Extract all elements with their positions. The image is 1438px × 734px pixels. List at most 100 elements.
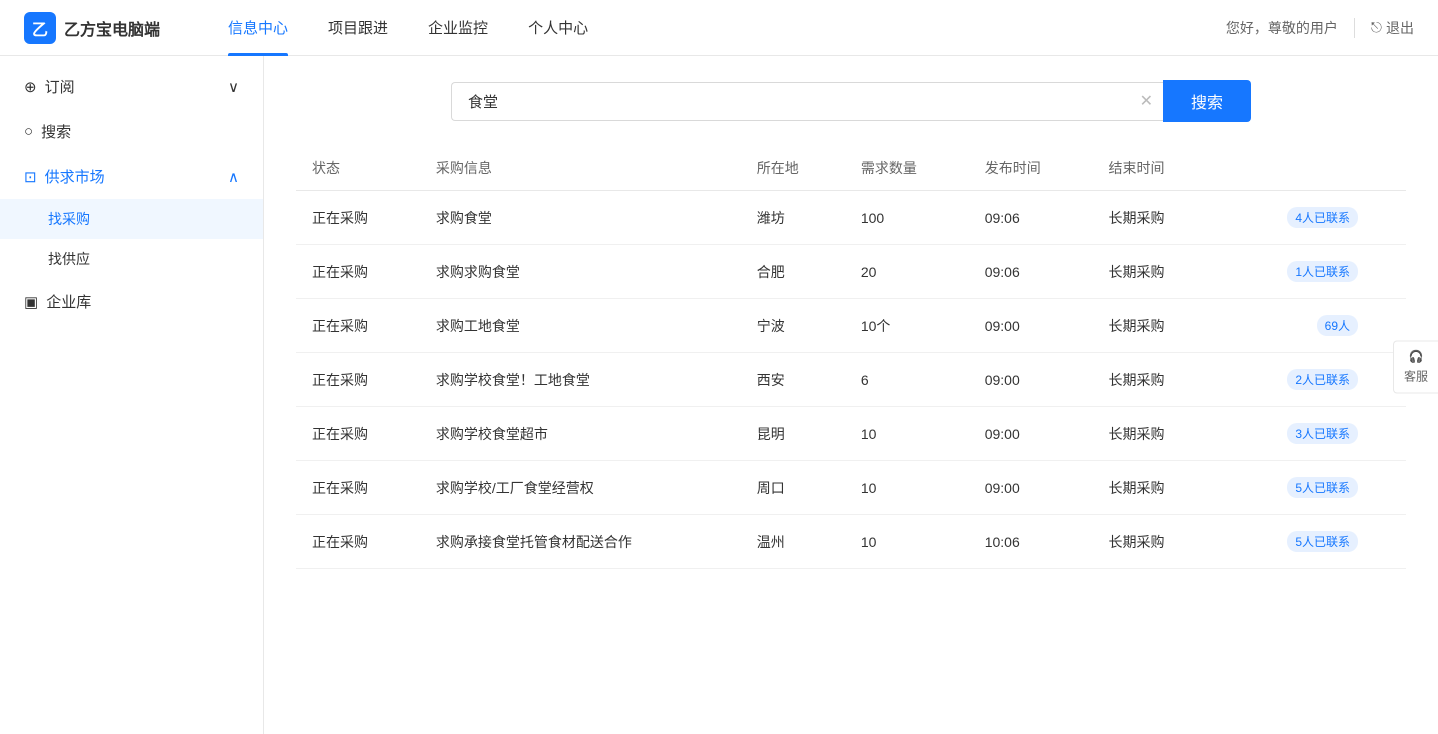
sidebar-sub-item-find-supply[interactable]: 找供应	[0, 239, 263, 279]
main-content: ✕ 搜索 状态 采购信息 所在地 需求数量 发布时间 结束时间 正在采购求购食堂…	[264, 56, 1438, 734]
cell-location: 潍坊	[741, 191, 845, 245]
col-header-quantity: 需求数量	[845, 146, 969, 191]
sidebar-sub-item-find-purchase[interactable]: 找采购	[0, 199, 263, 239]
sidebar-item-supply-market[interactable]: ⊡ 供求市场 ∧	[0, 154, 263, 199]
table-row[interactable]: 正在采购求购求购食堂合肥2009:06长期采购1人已联系	[296, 245, 1406, 299]
cell-quantity: 10	[845, 407, 969, 461]
cell-quantity: 10	[845, 461, 969, 515]
logout-icon: ⎋	[1371, 19, 1382, 36]
customer-service-button[interactable]: 🎧 客服	[1393, 341, 1438, 394]
cell-contacts: 69人	[1216, 299, 1406, 353]
cell-quantity: 100	[845, 191, 969, 245]
contact-badge: 1人已联系	[1287, 261, 1358, 282]
cell-end-time: 长期采购	[1093, 407, 1217, 461]
col-header-extra	[1216, 146, 1406, 191]
cell-info: 求购食堂	[420, 191, 741, 245]
table-row[interactable]: 正在采购求购食堂潍坊10009:06长期采购4人已联系	[296, 191, 1406, 245]
header-divider	[1354, 18, 1355, 38]
nav-item-info-center[interactable]: 信息中心	[208, 0, 308, 56]
cell-location: 昆明	[741, 407, 845, 461]
cell-status[interactable]: 正在采购	[296, 299, 420, 353]
cell-publish-time: 09:00	[969, 353, 1093, 407]
search-input-wrap: ✕	[451, 82, 1163, 121]
cell-status[interactable]: 正在采购	[296, 245, 420, 299]
sidebar-item-search[interactable]: ○ 搜索	[0, 109, 263, 154]
cell-status[interactable]: 正在采购	[296, 461, 420, 515]
search-sidebar-label: 搜索	[41, 121, 71, 142]
enterprise-db-label: 企业库	[46, 291, 91, 312]
customer-service-label: 客服	[1404, 368, 1428, 385]
cell-info: 求购学校食堂！工地食堂	[420, 353, 741, 407]
cell-contacts: 1人已联系	[1216, 245, 1406, 299]
cell-status[interactable]: 正在采购	[296, 191, 420, 245]
cell-publish-time: 09:00	[969, 299, 1093, 353]
table-body: 正在采购求购食堂潍坊10009:06长期采购4人已联系正在采购求购求购食堂合肥2…	[296, 191, 1406, 569]
col-header-status: 状态	[296, 146, 420, 191]
col-header-info: 采购信息	[420, 146, 741, 191]
sidebar-item-enterprise-db[interactable]: ▣ 企业库	[0, 279, 263, 324]
cell-publish-time: 09:06	[969, 191, 1093, 245]
cell-publish-time: 10:06	[969, 515, 1093, 569]
sidebar-item-subscribe[interactable]: ⊕ 订阅 ∨	[0, 64, 263, 109]
cell-contacts: 5人已联系	[1216, 515, 1406, 569]
results-table: 状态 采购信息 所在地 需求数量 发布时间 结束时间 正在采购求购食堂潍坊100…	[296, 146, 1406, 569]
cell-quantity: 10个	[845, 299, 969, 353]
nav-item-enterprise-monitor[interactable]: 企业监控	[408, 0, 508, 56]
subscribe-label: 订阅	[45, 76, 75, 97]
contact-badge: 3人已联系	[1287, 423, 1358, 444]
nav-item-personal-center[interactable]: 个人中心	[508, 0, 608, 56]
nav-menu: 信息中心 项目跟进 企业监控 个人中心	[208, 0, 1226, 56]
logo-text: 乙方宝电脑端	[64, 16, 160, 40]
subscribe-arrow: ∨	[228, 78, 239, 96]
cell-contacts: 5人已联系	[1216, 461, 1406, 515]
cell-end-time: 长期采购	[1093, 353, 1217, 407]
cell-status[interactable]: 正在采购	[296, 353, 420, 407]
enterprise-db-icon: ▣	[24, 293, 38, 311]
search-bar: ✕ 搜索	[451, 80, 1251, 122]
logout-button[interactable]: ⎋ 退出	[1371, 18, 1414, 38]
contact-badge: 2人已联系	[1287, 369, 1358, 390]
clear-icon[interactable]: ✕	[1140, 91, 1153, 111]
cell-publish-time: 09:00	[969, 407, 1093, 461]
cell-contacts: 3人已联系	[1216, 407, 1406, 461]
cell-publish-time: 09:00	[969, 461, 1093, 515]
cell-location: 宁波	[741, 299, 845, 353]
table-row[interactable]: 正在采购求购工地食堂宁波10个09:00长期采购69人	[296, 299, 1406, 353]
table-row[interactable]: 正在采购求购学校食堂！工地食堂西安609:00长期采购2人已联系	[296, 353, 1406, 407]
header-right: 您好，尊敬的用户 ⎋ 退出	[1226, 18, 1414, 38]
search-input[interactable]	[452, 83, 1163, 120]
cell-location: 周口	[741, 461, 845, 515]
user-greeting: 您好，尊敬的用户	[1226, 18, 1338, 38]
sidebar: ⊕ 订阅 ∨ ○ 搜索 ⊡ 供求市场 ∧ 找采购 找供应 ▣	[0, 56, 264, 734]
table-row[interactable]: 正在采购求购学校/工厂食堂经营权周口1009:00长期采购5人已联系	[296, 461, 1406, 515]
contact-badge: 5人已联系	[1287, 531, 1358, 552]
contact-badge: 69人	[1317, 315, 1358, 336]
cell-info: 求购承接食堂托管食材配送合作	[420, 515, 741, 569]
table-row[interactable]: 正在采购求购承接食堂托管食材配送合作温州1010:06长期采购 5人已联系	[296, 515, 1406, 569]
nav-item-project[interactable]: 项目跟进	[308, 0, 408, 56]
col-header-end-time: 结束时间	[1093, 146, 1217, 191]
cell-contacts: 4人已联系	[1216, 191, 1406, 245]
cell-end-time: 长期采购	[1093, 245, 1217, 299]
cell-contacts: 2人已联系	[1216, 353, 1406, 407]
cell-quantity: 6	[845, 353, 969, 407]
cell-end-time: 长期采购	[1093, 299, 1217, 353]
supply-market-label: 供求市场	[45, 166, 105, 187]
logo-icon: 乙	[24, 12, 56, 44]
col-header-publish-time: 发布时间	[969, 146, 1093, 191]
cell-end-time: 长期采购	[1093, 461, 1217, 515]
cell-status[interactable]: 正在采购	[296, 407, 420, 461]
search-button[interactable]: 搜索	[1163, 80, 1251, 122]
cell-quantity: 20	[845, 245, 969, 299]
header: 乙 乙方宝电脑端 信息中心 项目跟进 企业监控 个人中心 您好，尊敬的用户 ⎋ …	[0, 0, 1438, 56]
cell-location: 温州	[741, 515, 845, 569]
cell-end-time: 长期采购	[1093, 515, 1217, 569]
table-row[interactable]: 正在采购求购学校食堂超市昆明1009:00长期采购3人已联系	[296, 407, 1406, 461]
cell-quantity: 10	[845, 515, 969, 569]
cell-publish-time: 09:06	[969, 245, 1093, 299]
table-header: 状态 采购信息 所在地 需求数量 发布时间 结束时间	[296, 146, 1406, 191]
cell-status[interactable]: 正在采购	[296, 515, 420, 569]
right-float-buttons: 🎧 客服	[1393, 341, 1438, 394]
search-sidebar-icon: ○	[24, 123, 33, 140]
main-layout: ⊕ 订阅 ∨ ○ 搜索 ⊡ 供求市场 ∧ 找采购 找供应 ▣	[0, 56, 1438, 734]
